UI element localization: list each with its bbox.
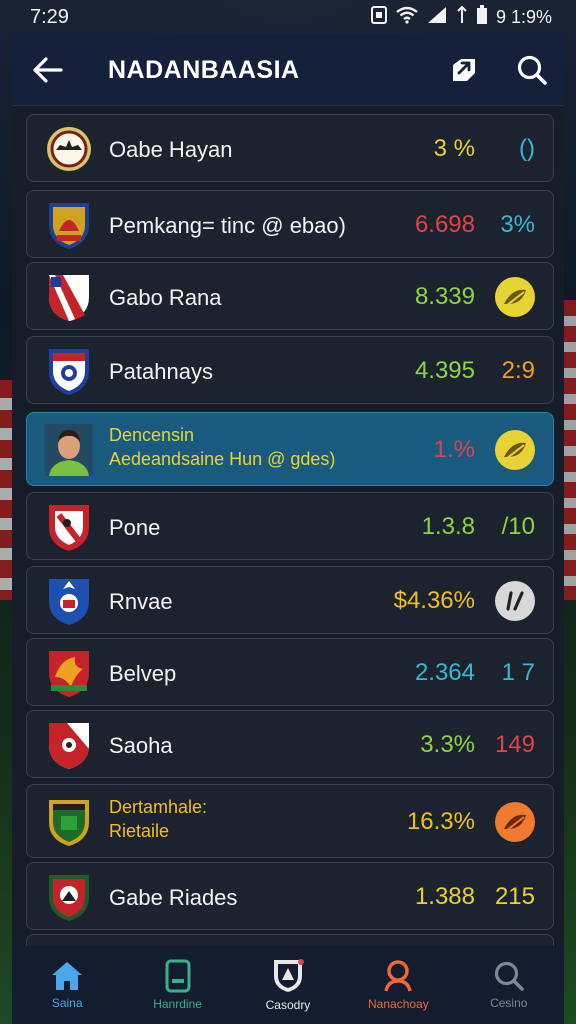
team-value: 3 % — [433, 135, 475, 162]
app-bar: NADANBAASIA — [12, 34, 564, 106]
team-name: Gabe Riades — [109, 885, 238, 910]
back-button[interactable] — [12, 34, 82, 106]
crest-icon — [43, 871, 95, 923]
nav-label: Hanrdine — [153, 997, 202, 1011]
crest-icon — [43, 199, 95, 251]
leaf-badge-icon[interactable] — [495, 277, 535, 317]
battery-text: 9 1:9% — [495, 6, 552, 27]
team-value: 16.3% — [406, 808, 475, 835]
team-extra: 2:9 — [501, 357, 535, 384]
crest-icon — [43, 123, 95, 175]
signal-icon — [426, 6, 448, 29]
status-time: 7:29 — [30, 5, 69, 28]
app-bar-actions — [442, 48, 554, 92]
person-icon — [384, 960, 413, 992]
nav-label: Casodry — [265, 998, 311, 1012]
nav-hanrdine[interactable]: Hanrdine — [128, 949, 228, 1021]
home-icon — [52, 962, 83, 990]
crest-icon — [43, 501, 95, 553]
team-extra: /10 — [501, 513, 535, 540]
status-bar: 7:29 9 1:9% — [0, 0, 576, 34]
crest-icon — [43, 271, 95, 323]
sim-icon — [370, 5, 388, 30]
team-extra: 149 — [494, 731, 535, 758]
team-value: 8.339 — [414, 283, 475, 310]
team-value: 2.364 — [414, 659, 475, 686]
crest-icon — [43, 345, 95, 397]
team-value: 1.388 — [414, 883, 475, 910]
player-avatar — [43, 424, 95, 476]
nav-nanachoay[interactable]: Nanachoay — [348, 949, 448, 1021]
team-name: Patahnays — [109, 359, 213, 384]
list-item[interactable]: Gabo Rana 8.339 — [26, 262, 554, 330]
team-subtitle: Rietaile — [109, 821, 170, 841]
list-item[interactable]: Pone 1.3.8 /10 — [26, 492, 554, 560]
team-name: Dencensin — [109, 425, 195, 445]
share-button[interactable] — [442, 48, 486, 92]
team-value: 6.698 — [414, 211, 475, 238]
leaf-badge-icon[interactable] — [495, 430, 535, 470]
team-value: 1.3.8 — [421, 513, 475, 540]
list-item[interactable] — [26, 934, 554, 946]
team-name: Belvep — [109, 661, 177, 686]
battery-icon — [476, 4, 488, 30]
search-icon — [494, 961, 524, 991]
team-name: Dertamhale: — [109, 797, 208, 817]
team-name: Gabo Rana — [109, 285, 222, 310]
team-extra: 215 — [494, 883, 535, 910]
list-item[interactable]: Oabe Hayan 3 % () — [26, 114, 554, 182]
team-name: Pone — [109, 515, 161, 540]
nav-label: Nanachoay — [368, 997, 429, 1011]
crest-icon — [43, 575, 95, 627]
team-value: 4.395 — [414, 357, 475, 384]
list-item[interactable]: Pemkang= tinc @ ebao) 6.698 3% — [26, 190, 554, 258]
nav-casodry[interactable]: Casodry — [238, 949, 338, 1021]
team-value: 1.% — [433, 436, 475, 463]
team-value: 3.3% — [420, 731, 475, 758]
wifi-icon — [396, 6, 418, 29]
share-icon — [453, 59, 475, 81]
team-name: Saoha — [109, 733, 173, 758]
list-item[interactable]: Gabe Riades 1.388 215 — [26, 862, 554, 930]
phone-icon — [165, 959, 191, 993]
team-extra: 3% — [500, 211, 535, 238]
arrow-left-icon — [33, 56, 63, 83]
team-value: $4.36% — [393, 587, 475, 614]
team-list: Oabe Hayan 3 % () Pemkang= tinc @ ebao) … — [12, 106, 564, 946]
nav-label: Saina — [51, 996, 83, 1010]
list-item[interactable]: Rnvae $4.36% — [26, 566, 554, 634]
stand-stripes-right — [564, 300, 576, 600]
search-icon — [517, 55, 547, 85]
team-extra: 1 7 — [501, 659, 535, 686]
list-item[interactable]: Saoha 3.3% 149 — [26, 710, 554, 778]
search-button[interactable] — [510, 48, 554, 92]
crest-icon — [43, 719, 95, 771]
crest-icon — [43, 647, 95, 699]
list-item[interactable]: Belvep 2.364 1 7 — [26, 638, 554, 706]
team-name: Rnvae — [109, 589, 173, 614]
leaf-badge-icon[interactable] — [495, 802, 535, 842]
page-title: NADANBAASIA — [108, 56, 300, 84]
crest-icon — [273, 959, 304, 992]
status-icons: 9 1:9% — [370, 4, 552, 30]
bottom-nav: Saina Hanrdine Casodry Nanachoay Cesino — [12, 946, 564, 1024]
nav-home[interactable]: Saina — [17, 949, 117, 1021]
crest-icon — [43, 796, 95, 848]
team-extra: () — [519, 135, 535, 162]
nav-cesino[interactable]: Cesino — [459, 949, 559, 1021]
team-subtitle: Aedeandsaine Hun @ gdes) — [109, 449, 336, 469]
list-item-selected[interactable]: Dencensin Aedeandsaine Hun @ gdes) 1.% — [26, 412, 554, 486]
list-item[interactable]: Patahnays 4.395 2:9 — [26, 336, 554, 404]
slash-badge-icon[interactable] — [495, 581, 535, 621]
team-name: Pemkang= tinc @ ebao) — [109, 213, 346, 238]
nav-label: Cesino — [490, 996, 528, 1010]
list-item[interactable]: Dertamhale: Rietaile 16.3% — [26, 784, 554, 858]
team-name: Oabe Hayan — [109, 137, 233, 162]
data-icon — [456, 5, 468, 29]
